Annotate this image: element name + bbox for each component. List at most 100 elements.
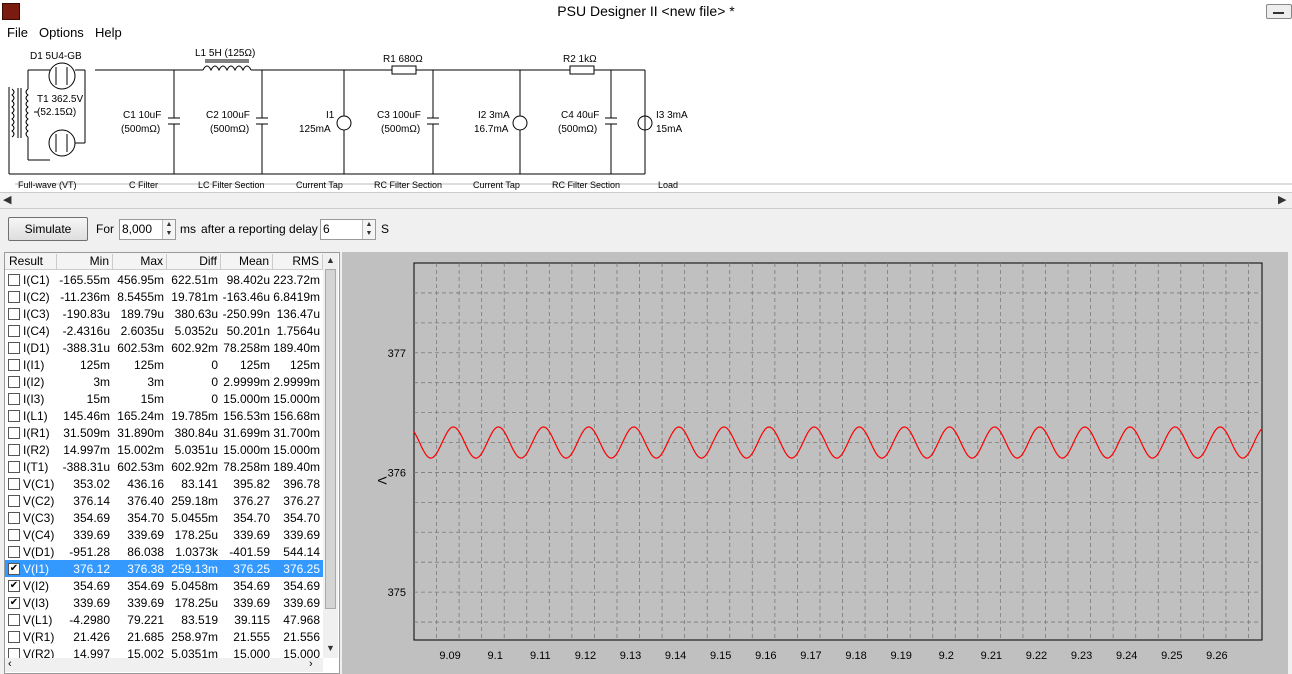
table-row[interactable]: ✔ V(I1) 376.12 376.38 259.13m 376.25 376.25 (5, 560, 323, 577)
row-name: V(I1) (23, 562, 50, 576)
table-row[interactable]: I(R1) 31.509m 31.890m 380.84u 31.699m 31.700m (5, 424, 323, 441)
cell-diff: 5.0351u (174, 443, 218, 457)
cell-mean: 376.25 (233, 562, 270, 576)
column-header-result[interactable]: Result (5, 254, 57, 269)
table-row[interactable]: I(C4) -2.4316u 2.6035u 5.0352u 50.201n 1.7564… (5, 322, 323, 339)
menu-help[interactable]: Help (95, 25, 122, 40)
row-checkbox[interactable] (8, 359, 20, 371)
simulate-button[interactable]: Simulate (8, 217, 88, 241)
row-checkbox[interactable]: ✔ (8, 563, 20, 575)
scroll-left-icon[interactable]: ◀ (3, 193, 11, 206)
section-current-tap-2[interactable]: Current Tap (473, 180, 520, 190)
row-checkbox[interactable] (8, 631, 20, 643)
table-row[interactable]: I(T1) -388.31u 602.53m 602.92m 78.258m 189.40… (5, 458, 323, 475)
column-header-diff[interactable]: Diff (167, 254, 221, 269)
row-checkbox[interactable] (8, 274, 20, 286)
cell-max: 2.6035u (120, 324, 164, 338)
scroll-up-icon[interactable]: ▲ (326, 255, 335, 265)
cell-diff: 19.781m (171, 290, 218, 304)
column-header-min[interactable]: Min (57, 254, 113, 269)
scroll-right-arrow-icon[interactable]: › (309, 658, 313, 670)
row-checkbox[interactable] (8, 614, 20, 626)
table-row[interactable]: I(I3) 15m 15m 0 15.000m 15.000m (5, 390, 323, 407)
column-header-mean[interactable]: Mean (221, 254, 273, 269)
cell-min: -190.83u (62, 307, 110, 321)
cell-rms: 2.9999m (273, 375, 320, 389)
table-row[interactable]: I(D1) -388.31u 602.53m 602.92m 78.258m 189.40… (5, 339, 323, 356)
table-row[interactable]: V(C2) 376.14 376.40 259.18m 376.27 376.27 (5, 492, 323, 509)
results-vscroll[interactable]: ▲ ▼ (323, 253, 338, 658)
menu-file[interactable]: File (7, 25, 28, 40)
scroll-right-icon[interactable]: ▶ (1278, 193, 1286, 206)
row-checkbox[interactable] (8, 461, 20, 473)
x-tick-label: 9.1 (488, 650, 503, 662)
delay-spinner[interactable]: 6 ▲ ▼ (320, 219, 376, 240)
scroll-down-icon[interactable]: ▼ (326, 643, 335, 653)
table-row[interactable]: V(C4) 339.69 339.69 178.25u 339.69 339.69 (5, 526, 323, 543)
table-row[interactable]: V(L1) -4.2980 79.221 83.519 39.115 47.968 (5, 611, 323, 628)
table-row[interactable]: I(L1) 145.46m 165.24m 19.785m 156.53m 156.68m (5, 407, 323, 424)
results-table[interactable]: Result Min Max Diff Mean RMS I(C1) -165.55m 456… (4, 252, 340, 674)
section-rc-filter-2[interactable]: RC Filter Section (552, 180, 620, 190)
row-checkbox[interactable] (8, 410, 20, 422)
table-row[interactable]: I(I2) 3m 3m 0 2.9999m 2.9999m (5, 373, 323, 390)
scroll-thumb[interactable] (325, 269, 336, 609)
delay-value[interactable]: 6 (323, 222, 330, 236)
row-checkbox[interactable] (8, 529, 20, 541)
window-title: PSU Designer II <new file> * (557, 3, 735, 19)
section-load[interactable]: Load (658, 180, 678, 190)
waveform-chart[interactable]: 375 376 377 9.09 9.1 9.11 9.12 9.13 9.14 9.15 9.16… (342, 252, 1288, 674)
schematic-diagram[interactable]: D1 5U4-GB T1 362.5V (52.15Ω) L1 5H (125Ω… (0, 42, 1292, 192)
table-row[interactable]: V(D1) -951.28 86.038 1.0373k -401.59 544.14 (5, 543, 323, 560)
row-checkbox[interactable] (8, 342, 20, 354)
row-checkbox[interactable] (8, 495, 20, 507)
row-checkbox[interactable] (8, 444, 20, 456)
table-row[interactable]: V(R1) 21.426 21.685 258.97m 21.555 21.556 (5, 628, 323, 645)
duration-spinner[interactable]: 8,000 ▲ ▼ (119, 219, 176, 240)
row-checkbox[interactable] (8, 478, 20, 490)
table-row[interactable]: I(I1) 125m 125m 0 125m 125m (5, 356, 323, 373)
row-checkbox[interactable]: ✔ (8, 580, 20, 592)
delay-spinner-arrows-icon[interactable]: ▲ ▼ (362, 220, 375, 239)
results-hscroll[interactable]: ‹ › (5, 658, 323, 672)
table-row[interactable]: I(C1) -165.55m 456.95m 622.51m 98.402u 223.72… (5, 271, 323, 288)
cell-diff: 178.25u (174, 596, 218, 610)
x-tick-label: 9.2 (939, 650, 954, 662)
row-checkbox[interactable] (8, 512, 20, 524)
schematic-scrollbar[interactable]: ◀ ▶ (0, 192, 1292, 207)
minimize-button[interactable] (1266, 4, 1292, 19)
waveform-plot[interactable]: 375 376 377 9.09 9.1 9.11 9.12 9.13 9.14 9.15 9.16… (342, 252, 1288, 674)
table-row[interactable]: V(C3) 354.69 354.70 5.0455m 354.70 354.70 (5, 509, 323, 526)
row-checkbox[interactable] (8, 427, 20, 439)
cell-diff: 5.0458m (171, 579, 218, 593)
results-header: Result Min Max Diff Mean RMS (5, 253, 323, 270)
table-row[interactable]: I(R2) 14.997m 15.002m 5.0351u 15.000m 15.000m (5, 441, 323, 458)
table-row[interactable]: I(C3) -190.83u 189.79u 380.63u -250.99n 136.4… (5, 305, 323, 322)
section-lc-filter[interactable]: LC Filter Section (198, 180, 265, 190)
row-checkbox[interactable]: ✔ (8, 597, 20, 609)
section-rc-filter-1[interactable]: RC Filter Section (374, 180, 442, 190)
table-row[interactable]: V(C1) 353.02 436.16 83.141 395.82 396.78 (5, 475, 323, 492)
spinner-arrows-icon[interactable]: ▲ ▼ (162, 220, 175, 239)
section-fullwave[interactable]: Full-wave (VT) (18, 180, 77, 190)
duration-value[interactable]: 8,000 (122, 222, 152, 236)
column-header-rms[interactable]: RMS (273, 254, 323, 269)
section-c-filter[interactable]: C Filter (129, 180, 158, 190)
row-checkbox[interactable] (8, 546, 20, 558)
table-row[interactable]: ✔ V(I2) 354.69 354.69 5.0458m 354.69 354.69 (5, 577, 323, 594)
row-checkbox[interactable] (8, 393, 20, 405)
row-checkbox[interactable] (8, 376, 20, 388)
column-header-max[interactable]: Max (113, 254, 167, 269)
menu-options[interactable]: Options (39, 25, 84, 40)
row-checkbox[interactable] (8, 308, 20, 320)
scroll-left-arrow-icon[interactable]: ‹ (8, 658, 12, 670)
s-label: S (381, 222, 390, 236)
cell-mean: -401.59 (229, 545, 270, 559)
for-label: For (96, 222, 114, 236)
table-row[interactable]: ✔ V(I3) 339.69 339.69 178.25u 339.69 339.69 (5, 594, 323, 611)
section-current-tap-1[interactable]: Current Tap (296, 180, 343, 190)
row-checkbox[interactable] (8, 291, 20, 303)
row-checkbox[interactable] (8, 325, 20, 337)
table-row[interactable]: I(C2) -11.236m 8.5455m 19.781m -163.46u 6.841… (5, 288, 323, 305)
cell-max: 79.221 (127, 613, 164, 627)
